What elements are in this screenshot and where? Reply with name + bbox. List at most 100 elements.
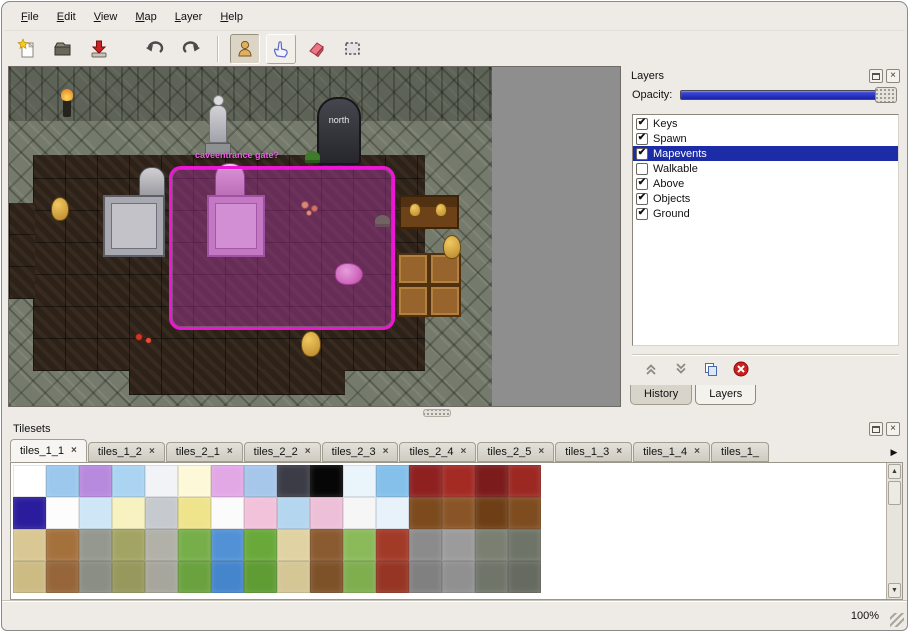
close-tab-icon[interactable]: × xyxy=(461,447,467,457)
tileset-tile[interactable] xyxy=(13,561,46,593)
close-tab-icon[interactable]: × xyxy=(71,446,77,456)
tileset-tile[interactable] xyxy=(442,529,475,561)
close-tab-icon[interactable]: × xyxy=(227,447,233,457)
tileset-tab[interactable]: tiles_1_1 × xyxy=(10,439,87,462)
tileset-tile[interactable] xyxy=(145,529,178,561)
layer-row[interactable]: ✔ Keys xyxy=(633,116,898,131)
tileset-tile[interactable] xyxy=(508,465,541,497)
menu-layer[interactable]: Layer xyxy=(166,8,212,26)
tileset-tile[interactable] xyxy=(409,497,442,529)
move-layer-down-button[interactable] xyxy=(672,360,689,377)
layer-row[interactable]: ✔ Objects xyxy=(633,191,898,206)
tileset-tile[interactable] xyxy=(211,465,244,497)
tileset-tab[interactable]: tiles_2_3 × xyxy=(322,442,399,462)
tileset-tile[interactable] xyxy=(79,529,112,561)
tileset-tile[interactable] xyxy=(244,497,277,529)
layer-visibility-checkbox[interactable]: ✔ xyxy=(636,178,648,190)
delete-layer-button[interactable] xyxy=(732,360,749,377)
rect-select-tool-button[interactable] xyxy=(338,34,368,64)
tileset-tile[interactable] xyxy=(376,561,409,593)
tileset-tile[interactable] xyxy=(244,529,277,561)
tileset-tile[interactable] xyxy=(277,497,310,529)
redo-button[interactable] xyxy=(176,34,206,64)
tileset-tile[interactable] xyxy=(409,561,442,593)
tileset-tile[interactable] xyxy=(145,465,178,497)
float-dock-button[interactable] xyxy=(869,69,883,83)
tileset-tile[interactable] xyxy=(409,465,442,497)
tileset-tile[interactable] xyxy=(46,529,79,561)
tileset-tile[interactable] xyxy=(211,497,244,529)
tileset-tile[interactable] xyxy=(211,561,244,593)
tileset-tile[interactable] xyxy=(112,465,145,497)
save-map-button[interactable] xyxy=(84,34,114,64)
layer-visibility-checkbox[interactable]: ✔ xyxy=(636,208,648,220)
scroll-down-button[interactable]: ▼ xyxy=(888,583,901,598)
tileset-tile[interactable] xyxy=(46,561,79,593)
close-dock-button[interactable]: × xyxy=(886,422,900,436)
layer-visibility-checkbox[interactable]: ✔ xyxy=(636,133,648,145)
close-tab-icon[interactable]: × xyxy=(538,447,544,457)
tileset-tile[interactable] xyxy=(13,465,46,497)
new-map-button[interactable] xyxy=(12,34,42,64)
move-layer-up-button[interactable] xyxy=(642,360,659,377)
layer-visibility-checkbox[interactable]: ✔ xyxy=(636,148,648,160)
tileset-tile[interactable] xyxy=(211,529,244,561)
scroll-tabs-right-button[interactable]: ▶ xyxy=(885,442,903,462)
layer-row[interactable]: ✔ Walkable xyxy=(633,161,898,176)
float-dock-button[interactable] xyxy=(869,422,883,436)
menu-help[interactable]: Help xyxy=(211,8,252,26)
close-dock-button[interactable]: × xyxy=(886,69,900,83)
tileset-tile[interactable] xyxy=(277,465,310,497)
opacity-slider-handle[interactable] xyxy=(875,87,897,103)
layer-visibility-checkbox[interactable]: ✔ xyxy=(636,193,648,205)
layer-row[interactable]: ✔ Above xyxy=(633,176,898,191)
tileset-tile[interactable] xyxy=(310,465,343,497)
menu-map[interactable]: Map xyxy=(126,8,165,26)
tileset-tile[interactable] xyxy=(475,529,508,561)
layer-row-selected[interactable]: ✔ Mapevents xyxy=(633,146,898,161)
tileset-tile[interactable] xyxy=(112,561,145,593)
close-tab-icon[interactable]: × xyxy=(149,447,155,457)
tileset-tile[interactable] xyxy=(79,465,112,497)
scroll-up-button[interactable]: ▲ xyxy=(888,464,901,479)
map-canvas-panel[interactable]: north xyxy=(8,66,621,407)
map-tiles[interactable]: north xyxy=(9,67,492,406)
close-tab-icon[interactable]: × xyxy=(694,447,700,457)
tileset-tile[interactable] xyxy=(442,561,475,593)
tileset-tile[interactable] xyxy=(475,561,508,593)
tileset-tile[interactable] xyxy=(112,497,145,529)
tileset-tile[interactable] xyxy=(46,465,79,497)
tileset-tile[interactable] xyxy=(376,497,409,529)
tileset-tile[interactable] xyxy=(442,465,475,497)
tileset-tile[interactable] xyxy=(79,561,112,593)
tileset-tab[interactable]: tiles_1_2 × xyxy=(88,442,165,462)
tileset-tile[interactable] xyxy=(508,497,541,529)
tileset-tile[interactable] xyxy=(145,561,178,593)
event-tool-button[interactable] xyxy=(230,34,260,64)
opacity-slider[interactable] xyxy=(680,90,897,100)
tileset-tab[interactable]: tiles_2_4 × xyxy=(399,442,476,462)
tileset-tab[interactable]: tiles_1_4 × xyxy=(633,442,710,462)
layer-list[interactable]: ✔ Keys ✔ Spawn ✔ Mapevents ✔ Walkable ✔ … xyxy=(632,114,899,346)
tileset-tab[interactable]: tiles_1_ xyxy=(711,442,769,462)
layer-row[interactable]: ✔ Spawn xyxy=(633,131,898,146)
tileset-tile[interactable] xyxy=(343,465,376,497)
tileset-tile[interactable] xyxy=(310,497,343,529)
tileset-tile[interactable] xyxy=(13,529,46,561)
tileset-view[interactable]: ▲ ▼ xyxy=(10,462,903,600)
tileset-tile[interactable] xyxy=(343,497,376,529)
tileset-tab[interactable]: tiles_1_3 × xyxy=(555,442,632,462)
tileset-tile[interactable] xyxy=(376,529,409,561)
tileset-tile[interactable] xyxy=(178,561,211,593)
tileset-tile[interactable] xyxy=(409,529,442,561)
tileset-tile[interactable] xyxy=(112,529,145,561)
tileset-tile[interactable] xyxy=(277,561,310,593)
duplicate-layer-button[interactable] xyxy=(702,360,719,377)
menu-file[interactable]: File xyxy=(12,8,48,26)
layer-row[interactable]: ✔ Ground xyxy=(633,206,898,221)
tab-history[interactable]: History xyxy=(630,385,692,405)
tileset-tab[interactable]: tiles_2_1 × xyxy=(166,442,243,462)
map-selection-rectangle[interactable] xyxy=(169,166,395,330)
tileset-tile[interactable] xyxy=(178,465,211,497)
tileset-tab[interactable]: tiles_2_5 × xyxy=(477,442,554,462)
